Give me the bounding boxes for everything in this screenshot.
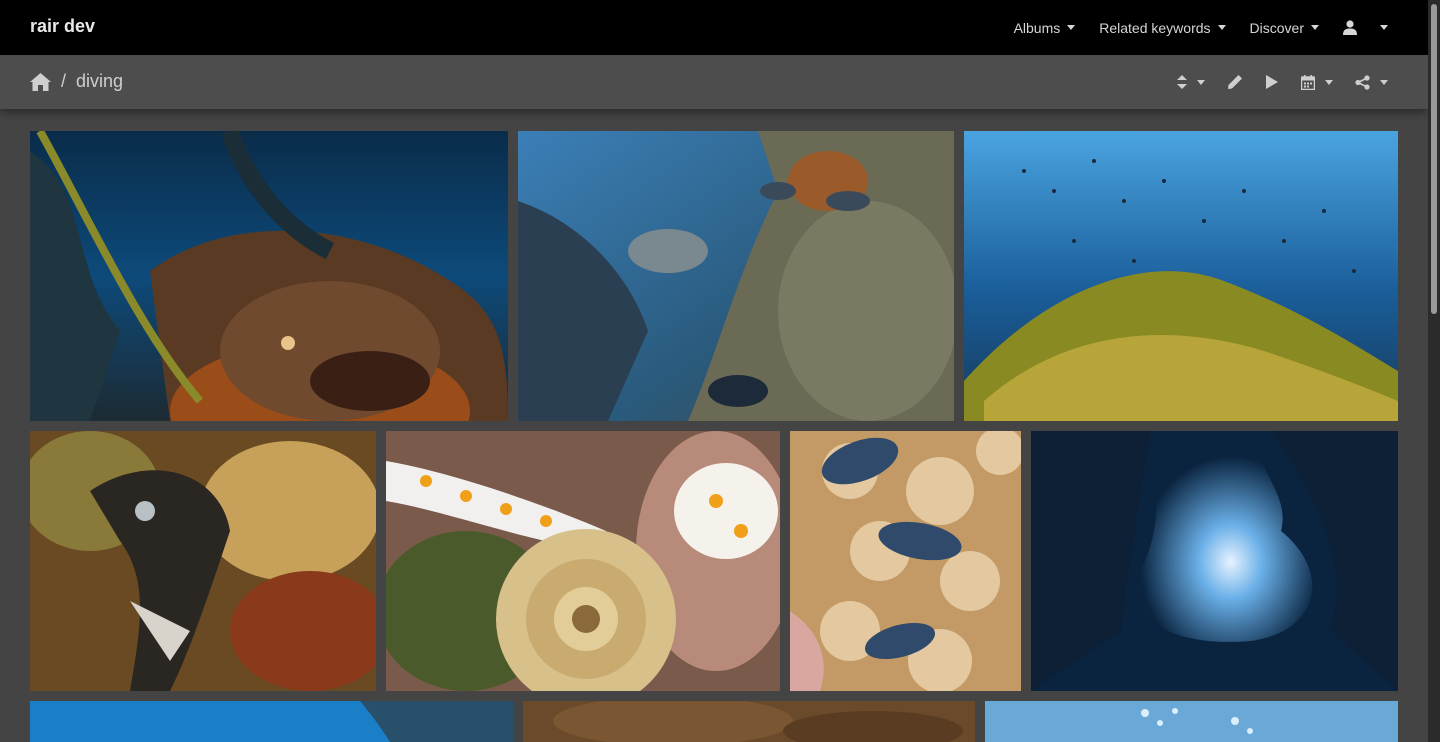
photo-thumbnail[interactable] <box>518 131 954 421</box>
edit-button[interactable] <box>1227 69 1243 95</box>
share-button[interactable] <box>1355 69 1388 95</box>
photo-image <box>1031 431 1398 691</box>
photo-image <box>985 701 1398 742</box>
photo-thumbnail[interactable] <box>523 701 975 742</box>
photo-image <box>30 131 508 421</box>
photo-thumbnail[interactable] <box>30 131 508 421</box>
share-icon <box>1355 74 1370 90</box>
slideshow-button[interactable] <box>1265 69 1279 95</box>
sort-icon <box>1177 75 1187 89</box>
chevron-down-icon <box>1311 25 1319 30</box>
calendar-icon <box>1301 74 1315 90</box>
photo-thumbnail[interactable] <box>985 701 1398 742</box>
breadcrumb-current: diving <box>76 71 124 91</box>
photo-image <box>523 701 975 742</box>
photo-thumbnail[interactable] <box>386 431 780 691</box>
photo-thumbnail[interactable] <box>790 431 1021 691</box>
album-header-bar: / diving <box>0 55 1428 109</box>
edit-icon <box>1228 75 1242 89</box>
site-brand[interactable]: rair dev <box>30 16 95 37</box>
photo-image <box>30 431 376 691</box>
chevron-down-icon <box>1380 25 1388 30</box>
home-icon[interactable] <box>30 72 51 91</box>
album-toolbar <box>1177 69 1388 95</box>
photo-thumbnail[interactable] <box>1031 431 1398 691</box>
nav-albums-label: Albums <box>1013 19 1061 36</box>
photo-image <box>790 431 1021 691</box>
sort-button[interactable] <box>1177 69 1205 95</box>
chevron-down-icon <box>1197 79 1205 85</box>
breadcrumb-separator: / <box>61 71 67 91</box>
photo-image <box>386 431 780 691</box>
photo-thumbnail[interactable] <box>30 701 513 742</box>
nav-related-keywords-label: Related keywords <box>1099 19 1211 36</box>
chevron-down-icon <box>1380 79 1388 85</box>
chevron-down-icon <box>1217 25 1226 30</box>
scrollbar-thumb[interactable] <box>1431 4 1437 314</box>
nav-related-keywords[interactable]: Related keywords <box>1099 19 1226 36</box>
nav-user-menu[interactable] <box>1343 20 1388 35</box>
top-navbar: rair dev Albums Related keywords Discove… <box>0 0 1428 55</box>
breadcrumb: / diving <box>30 71 123 92</box>
chevron-down-icon <box>1325 79 1333 85</box>
photo-thumbnail[interactable] <box>964 131 1398 421</box>
calendar-button[interactable] <box>1301 69 1333 95</box>
slideshow-play-icon <box>1266 75 1278 89</box>
user-icon <box>1343 20 1357 35</box>
nav-discover-label: Discover <box>1249 19 1304 36</box>
photo-image <box>964 131 1398 421</box>
page-scrollbar[interactable] <box>1428 0 1440 742</box>
photo-thumbnail[interactable] <box>30 431 376 691</box>
photo-image <box>518 131 954 421</box>
photo-image <box>30 701 513 742</box>
nav-discover[interactable]: Discover <box>1250 20 1319 36</box>
chevron-down-icon <box>1067 25 1076 30</box>
nav-albums[interactable]: Albums <box>1014 20 1076 36</box>
navbar-menu: Albums Related keywords Discover <box>1014 0 1388 55</box>
